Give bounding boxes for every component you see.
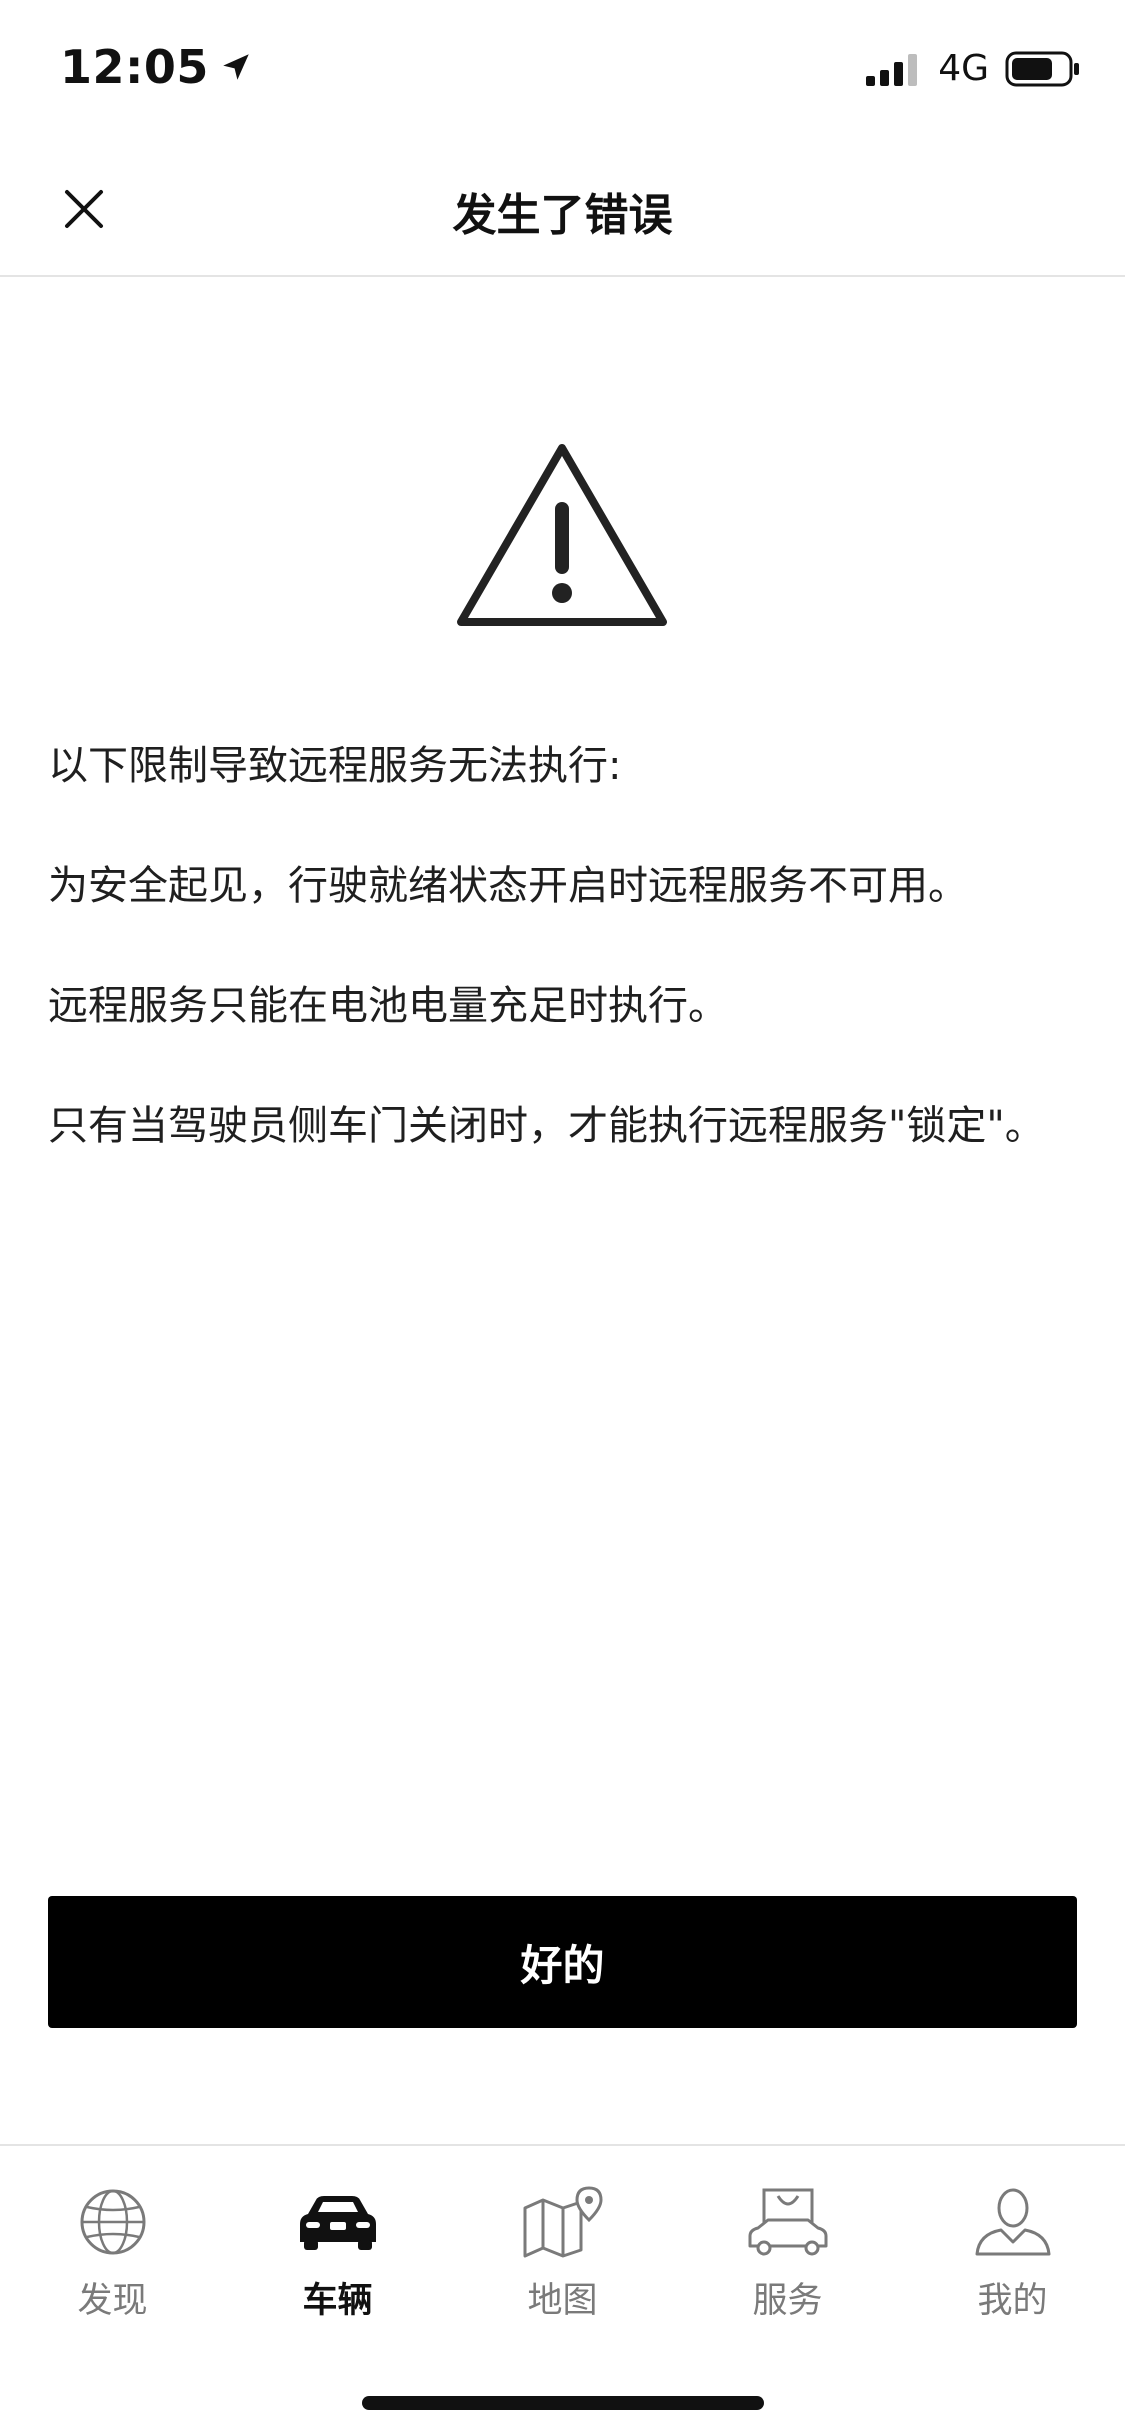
tab-services[interactable]: 服务 — [675, 2182, 900, 2332]
ok-button[interactable]: 好的 — [48, 1896, 1077, 2028]
bottom-tab-bar: 发现 车辆 地图 服务 我的 — [0, 2144, 1125, 2436]
app-screen: 12:05 4G 发生了错误 以下限制导致远程服务无法执行: 为安全起见，行驶就… — [0, 0, 1125, 2436]
error-message-intro: 以下限制导致远程服务无法执行: — [48, 743, 622, 789]
status-time: 12:05 — [60, 40, 253, 94]
map-pin-icon — [523, 2186, 603, 2258]
tab-profile[interactable]: 我的 — [900, 2182, 1125, 2332]
status-time-text: 12:05 — [60, 40, 209, 94]
car-icon — [299, 2196, 376, 2250]
error-message-door-lock: 只有当驾驶员侧车门关闭时，才能执行远程服务"锁定"。 — [48, 1103, 1045, 1149]
home-indicator[interactable] — [362, 2396, 764, 2410]
person-icon — [975, 2188, 1050, 2256]
battery-icon — [1005, 51, 1079, 86]
tab-profile-label: 我的 — [977, 2281, 1048, 2321]
tab-discover[interactable]: 发现 — [0, 2182, 225, 2332]
tab-vehicle[interactable]: 车辆 — [225, 2182, 450, 2332]
error-message-battery: 远程服务只能在电池电量充足时执行。 — [48, 983, 728, 1029]
warning-triangle-icon — [457, 444, 667, 626]
page-title: 发生了错误 — [452, 190, 673, 241]
network-type: 4G — [938, 48, 989, 89]
tab-discover-label: 发现 — [77, 2281, 148, 2321]
tab-vehicle-label: 车辆 — [302, 2281, 373, 2321]
tab-services-label: 服务 — [752, 2281, 823, 2321]
status-right: 4G — [866, 48, 1081, 89]
status-bar: 12:05 4G — [0, 0, 1125, 135]
header-bar: 发生了错误 — [0, 135, 1125, 277]
tab-map[interactable]: 地图 — [450, 2182, 675, 2332]
signal-bars-icon — [866, 53, 918, 86]
location-arrow-icon — [223, 54, 249, 80]
globe-icon — [80, 2189, 145, 2255]
tab-map-label: 地图 — [527, 2281, 598, 2321]
error-message-drive-ready: 为安全起见，行驶就绪状态开启时远程服务不可用。 — [48, 863, 968, 909]
service-bag-car-icon — [748, 2188, 827, 2256]
